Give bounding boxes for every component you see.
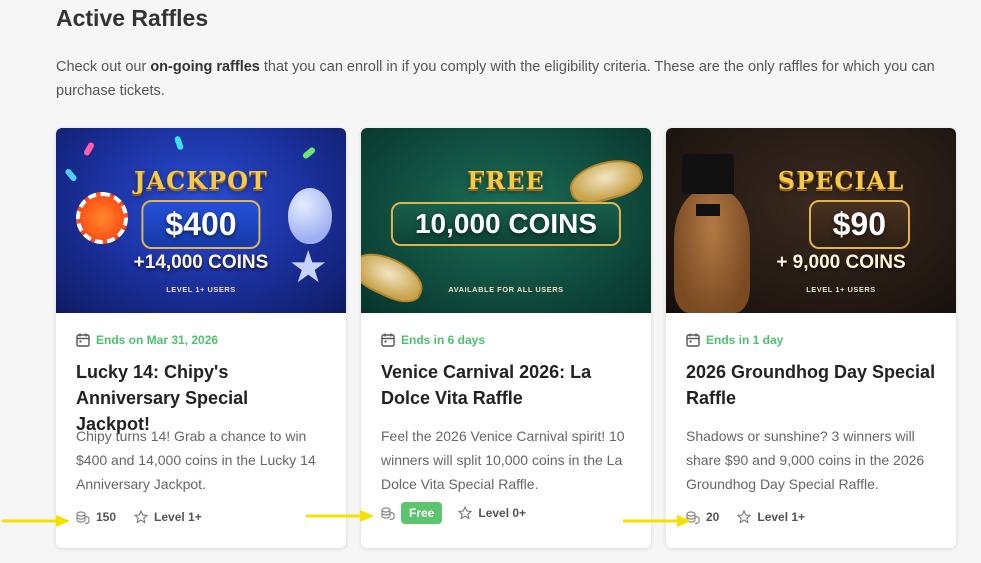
page-title: Active Raffles bbox=[56, 5, 209, 31]
banner-head: FREE bbox=[467, 166, 545, 195]
banner-note: LEVEL 1+ USERS bbox=[806, 285, 876, 294]
banner-note: AVAILABLE FOR ALL USERS bbox=[448, 285, 564, 294]
end-date-text: Ends in 1 day bbox=[706, 333, 784, 347]
end-date-text: Ends in 6 days bbox=[401, 333, 486, 347]
level-requirement: Level 1+ bbox=[757, 510, 806, 524]
banner-head: JACKPOT bbox=[134, 166, 268, 195]
annotation-arrow-icon bbox=[2, 515, 70, 527]
confetti-decoration bbox=[82, 141, 96, 157]
raffle-banner[interactable]: FREE 10,000 COINS AVAILABLE FOR ALL USER… bbox=[361, 128, 651, 313]
coins-icon bbox=[76, 511, 90, 524]
raffle-description: Shadows or sunshine? 3 winners will shar… bbox=[686, 428, 925, 492]
annotation-arrow-icon bbox=[306, 510, 374, 522]
star-icon bbox=[134, 510, 149, 524]
end-date: Ends in 6 days bbox=[381, 333, 485, 347]
raffle-card-venice-carnival[interactable]: FREE 10,000 COINS AVAILABLE FOR ALL USER… bbox=[361, 128, 651, 548]
calendar-icon bbox=[381, 333, 395, 347]
level-requirement: Level 0+ bbox=[478, 506, 527, 520]
raffle-meta: Free Level 0+ bbox=[381, 501, 631, 525]
banner-amount: $400 bbox=[141, 200, 261, 249]
end-date-text: Ends on Mar 31, 2026 bbox=[96, 333, 219, 347]
end-date: Ends on Mar 31, 2026 bbox=[76, 333, 218, 347]
raffle-card-lucky-14[interactable]: ★ JACKPOT $400 +14,000 COINS LEVEL 1+ US… bbox=[56, 128, 346, 548]
chipy-mascot-icon bbox=[76, 192, 128, 244]
banner-sub: +14,000 COINS bbox=[133, 252, 269, 273]
raffle-banner[interactable]: ★ JACKPOT $400 +14,000 COINS LEVEL 1+ US… bbox=[56, 128, 346, 313]
end-date: Ends in 1 day bbox=[686, 333, 783, 347]
intro-bold: on-going raffles bbox=[150, 59, 260, 75]
banner-head: SPECIAL bbox=[777, 166, 905, 195]
confetti-decoration bbox=[301, 146, 317, 160]
banner-sub: + 9,000 COINS bbox=[776, 252, 906, 273]
ticket-price: 150 bbox=[96, 510, 117, 524]
intro-text: Check out our on-going raffles that you … bbox=[56, 55, 946, 103]
star-icon bbox=[458, 506, 473, 520]
ticket-price: 20 bbox=[706, 510, 720, 524]
raffle-banner[interactable]: SPECIAL $90 + 9,000 COINS LEVEL 1+ USERS bbox=[666, 128, 956, 313]
balloon-icon bbox=[288, 188, 332, 244]
annotation-arrow-icon bbox=[623, 515, 691, 527]
raffle-description: Chipy turns 14! Grab a chance to win $40… bbox=[76, 428, 316, 492]
calendar-icon bbox=[76, 333, 90, 347]
banner-amount: 10,000 COINS bbox=[390, 202, 622, 246]
confetti-decoration bbox=[173, 135, 185, 151]
raffle-meta: 150 Level 1+ bbox=[76, 505, 326, 529]
star-icon bbox=[737, 510, 752, 524]
banner-note: LEVEL 1+ USERS bbox=[166, 285, 236, 294]
card-body: Ends in 1 day 2026 Groundhog Day Special… bbox=[686, 313, 936, 548]
raffle-meta: 20 Level 1+ bbox=[686, 505, 936, 529]
banner-amount: $90 bbox=[808, 200, 910, 249]
raffle-description: Feel the 2026 Venice Carnival spirit! 10… bbox=[381, 428, 625, 492]
raffle-title[interactable]: Venice Carnival 2026: La Dolce Vita Raff… bbox=[381, 359, 631, 411]
free-badge: Free bbox=[401, 502, 443, 524]
raffle-title[interactable]: 2026 Groundhog Day Special Raffle bbox=[686, 359, 936, 411]
card-body: Ends in 6 days Venice Carnival 2026: La … bbox=[381, 313, 631, 548]
carnival-mask-icon bbox=[361, 244, 430, 310]
card-body: Ends on Mar 31, 2026 Lucky 14: Chipy's A… bbox=[76, 313, 326, 548]
intro-pre: Check out our bbox=[56, 59, 151, 75]
level-requirement: Level 1+ bbox=[154, 510, 202, 524]
raffle-card-groundhog-day[interactable]: SPECIAL $90 + 9,000 COINS LEVEL 1+ USERS… bbox=[666, 128, 956, 548]
coins-icon bbox=[381, 507, 395, 520]
active-raffles-page: Active Raffles Check out our on-going ra… bbox=[0, 0, 981, 563]
calendar-icon bbox=[686, 333, 700, 347]
